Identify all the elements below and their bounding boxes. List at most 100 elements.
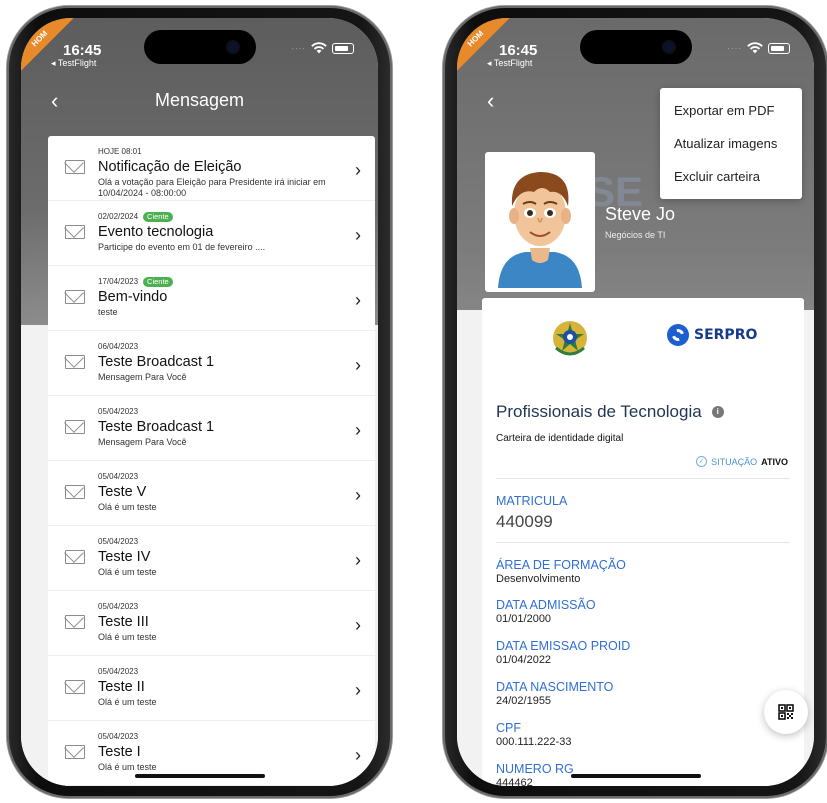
envelope-icon xyxy=(65,615,85,629)
message-date-row: 05/04/2023 xyxy=(98,406,335,417)
message-title: Teste III xyxy=(98,614,149,630)
message-text: 02/02/2024 Ciente Evento tecnologia Partici… xyxy=(98,211,335,253)
message-item[interactable]: 05/04/2023 Teste II Olá é um teste › xyxy=(48,656,375,721)
status-label: SITUAÇÃO xyxy=(711,456,758,467)
message-date-row: 05/04/2023 xyxy=(98,471,335,482)
card-field: NUMERO RG 444462 xyxy=(496,762,574,786)
message-title: Evento tecnologia xyxy=(98,224,214,240)
message-date: 05/04/2023 xyxy=(98,602,139,611)
status-value: ATIVO xyxy=(761,456,788,467)
message-date: 06/04/2023 xyxy=(98,342,139,351)
status-icons: ···· xyxy=(727,42,790,54)
menu-item-export-pdf[interactable]: Exportar em PDF xyxy=(660,94,802,127)
message-body: teste xyxy=(98,307,118,317)
chevron-right-icon: › xyxy=(355,485,361,505)
phone-left: HOM 16:45 ◂ TestFlight ···· ‹ Mensagem H… xyxy=(7,6,392,798)
field-label: MATRICULA xyxy=(496,494,568,508)
field-value: 444462 xyxy=(496,777,533,786)
divider xyxy=(496,478,790,479)
message-body: Olá a votação para Eleição para Presiden… xyxy=(98,177,326,198)
field-value: 01/04/2022 xyxy=(496,654,552,666)
testflight-label: ◂ TestFlight xyxy=(487,58,533,68)
message-date-row: 06/04/2023 xyxy=(98,341,335,352)
message-item[interactable]: 05/04/2023 Teste V Olá é um teste › xyxy=(48,461,375,526)
envelope-icon xyxy=(65,485,85,499)
chevron-right-icon: › xyxy=(355,550,361,570)
menu-item-refresh-images[interactable]: Atualizar imagens xyxy=(660,127,802,160)
chevron-right-icon: › xyxy=(355,680,361,700)
holder-role: Negócios de TI xyxy=(605,230,666,240)
page-title: Mensagem xyxy=(154,90,245,110)
messages-screen: HOM 16:45 ◂ TestFlight ···· ‹ Mensagem H… xyxy=(21,18,378,786)
message-item[interactable]: 05/04/2023 Teste IV Olá é um teste › xyxy=(48,526,375,591)
field-value: 24/02/1955 xyxy=(496,695,552,707)
home-indicator[interactable] xyxy=(570,774,701,778)
status-icons: ···· xyxy=(291,42,354,54)
status-badge: ✓ SITUAÇÃO ATIVO xyxy=(696,456,788,467)
message-body: Olá é um teste xyxy=(98,567,157,577)
phone-right: HOM 16:45 ◂ TestFlight ···· ‹ SE Steve J… xyxy=(443,6,827,798)
dynamic-island xyxy=(579,30,692,64)
message-body: Olá é um teste xyxy=(98,502,157,512)
id-card-screen: HOM 16:45 ◂ TestFlight ···· ‹ SE Steve J… xyxy=(457,18,814,786)
serpro-logo-icon xyxy=(667,324,689,346)
avatar xyxy=(485,152,595,292)
message-item[interactable]: 17/04/2023 Ciente Bem-vindo teste › xyxy=(48,266,375,331)
menu-item-delete-card[interactable]: Excluir carteira xyxy=(660,160,802,193)
message-title: Notificação de Eleição xyxy=(98,159,242,175)
message-item[interactable]: 06/04/2023 Teste Broadcast 1 Mensagem Para… xyxy=(48,331,375,396)
message-body: Olá é um teste xyxy=(98,632,157,642)
message-item[interactable]: 05/04/2023 Teste Broadcast 1 Mensagem Para… xyxy=(48,396,375,461)
card-field: ÁREA DE FORMAÇÃO Desenvolvimento xyxy=(496,558,626,585)
field-label: DATA NASCIMENTO xyxy=(496,680,614,694)
envelope-icon xyxy=(65,420,85,434)
id-card: SERPRO Profissionais de Tecnologia i Car… xyxy=(482,298,804,786)
message-title: Teste Broadcast 1 xyxy=(98,354,215,370)
qr-code-button[interactable] xyxy=(764,690,808,734)
field-value: Desenvolvimento xyxy=(496,573,581,585)
message-text: 05/04/2023 Teste II Olá é um teste xyxy=(98,666,335,708)
divider xyxy=(496,542,790,543)
serpro-logo: SERPRO xyxy=(667,324,757,346)
chevron-right-icon: › xyxy=(355,355,361,375)
message-text: 05/04/2023 Teste I Olá é um teste xyxy=(98,731,335,773)
battery-icon xyxy=(332,42,354,54)
wifi-icon xyxy=(311,42,327,54)
message-item[interactable]: 02/02/2024 Ciente Evento tecnologia Partici… xyxy=(48,201,375,266)
message-item[interactable]: HOJE 08:01 Notificação de Eleição Olá a vo… xyxy=(48,136,375,201)
testflight-label: ◂ TestFlight xyxy=(51,58,97,68)
envelope-icon xyxy=(65,550,85,564)
card-field: DATA NASCIMENTO 24/02/1955 xyxy=(496,680,613,707)
message-title: Teste I xyxy=(98,744,141,760)
chevron-right-icon: › xyxy=(355,420,361,440)
field-label: DATA EMISSAO PROID xyxy=(496,639,631,653)
message-item[interactable]: 05/04/2023 Teste III Olá é um teste › xyxy=(48,591,375,656)
message-body: Olá é um teste xyxy=(98,697,157,707)
card-field: DATA EMISSAO PROID 01/04/2022 xyxy=(496,639,630,666)
message-text: 05/04/2023 Teste IV Olá é um teste xyxy=(98,536,335,578)
chevron-right-icon: › xyxy=(355,615,361,635)
info-icon[interactable]: i xyxy=(711,406,724,418)
card-title: Profissionais de Tecnologia i xyxy=(496,402,724,422)
message-text: 05/04/2023 Teste V Olá é um teste xyxy=(98,471,335,513)
envelope-icon xyxy=(65,290,85,304)
envelope-icon xyxy=(65,160,85,174)
home-indicator[interactable] xyxy=(134,774,265,778)
field-label: NUMERO RG xyxy=(496,762,574,776)
card-subtitle: Carteira de identidade digital xyxy=(496,433,624,444)
chevron-right-icon: › xyxy=(355,745,361,765)
message-text: HOJE 08:01 Notificação de Eleição Olá a vo… xyxy=(98,146,335,199)
envelope-icon xyxy=(65,355,85,369)
field-label: DATA ADMISSÃO xyxy=(496,598,596,612)
avatar-illustration xyxy=(490,156,590,288)
options-menu: Exportar em PDF Atualizar imagens Exclui… xyxy=(660,88,802,199)
message-date-row: 05/04/2023 xyxy=(98,731,335,742)
back-icon[interactable]: ‹ xyxy=(487,88,494,114)
message-title: Teste Broadcast 1 xyxy=(98,419,215,435)
field-matricula: MATRICULA 440099 xyxy=(496,494,567,532)
envelope-icon xyxy=(65,225,85,239)
status-time: 16:45 xyxy=(499,42,538,59)
field-label: CPF xyxy=(496,721,521,735)
message-body: Olá é um teste xyxy=(98,762,157,772)
status-time: 16:45 xyxy=(63,42,102,59)
